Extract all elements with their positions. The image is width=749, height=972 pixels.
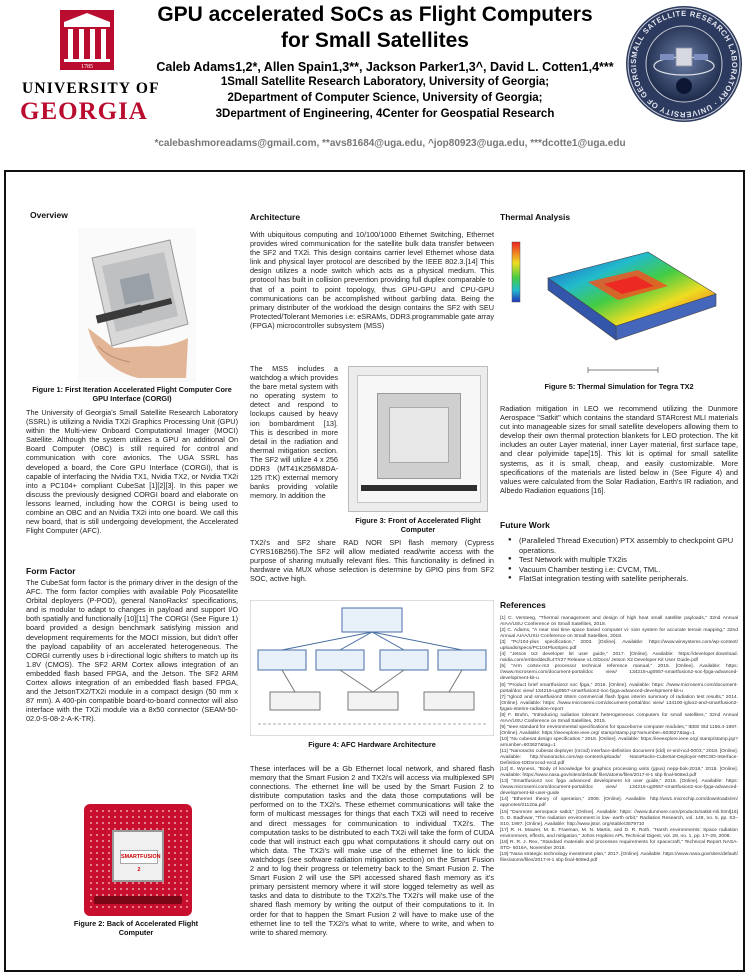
afc-back-photo: SMARTFUSION 2 — [84, 804, 192, 916]
poster-header: 1785 UNIVERSITY OF GEORGIA GPU accelerat… — [0, 0, 749, 160]
reference-item: [6] "Product brief smartfusion2 soc fpga… — [500, 682, 738, 694]
architecture-body-3: TX2i's and SF2 share RAD NOR SPI flash m… — [250, 538, 494, 584]
architecture-body-2: The MSS includes a watchdog a which prov… — [250, 364, 338, 501]
smartfusion-chip: SMARTFUSION 2 — [112, 830, 164, 882]
overview-body: The University of Georgia's Small Satell… — [26, 408, 238, 536]
university-name-line1: UNIVERSITY OF — [22, 80, 160, 97]
reference-item: [14] "Ethernet theory of operation," 200… — [500, 797, 738, 809]
thermal-simulation-image — [508, 230, 730, 378]
form-factor-body: The CubeSat form factor is the primary d… — [26, 578, 238, 724]
reference-item: [12] E. Wyness, "Body of knowledge for g… — [500, 767, 738, 779]
corgi-board-photo — [78, 228, 196, 382]
reference-item: [3] "Pc/104-plus specification," 2003. [… — [500, 640, 738, 652]
future-work-item: Test Network with multiple TX2is — [508, 555, 734, 565]
reference-item: [10] "Nu cubesat design specification," … — [500, 736, 738, 748]
connector-strip — [94, 896, 182, 904]
future-work-list: (Paralleled Thread Execution) PTX assemb… — [508, 536, 734, 584]
column-left: Overview Figure 1: First Iteration Accel… — [26, 172, 238, 972]
future-work-item: (Paralleled Thread Execution) PTX assemb… — [508, 536, 734, 555]
architecture-body-4: These interfaces will be a Gb Ethernet l… — [250, 764, 494, 937]
author-emails: *calebashmoreadams@gmail.com, **avs81684… — [154, 138, 626, 149]
poster-title: GPU accelerated SoCs as Flight Computers… — [150, 2, 600, 54]
reference-item: [8] F. Bruhn, "Introducing radiation tol… — [500, 712, 738, 724]
reference-item: [7] "Igloo2 and smartfusion2 65nm commer… — [500, 694, 738, 712]
fig2-caption: Figure 2: Back of Accelerated Flight Com… — [73, 919, 199, 937]
arch-icon: 1785 — [60, 10, 114, 70]
afc-hardware-architecture-diagram — [250, 600, 494, 736]
fig3-caption: Figure 3: Front of Accelerated Flight Co… — [355, 516, 481, 534]
references-heading: References — [500, 600, 546, 610]
affiliation-1: 1Small Satellite Research Laboratory, Un… — [220, 76, 550, 88]
heatsink — [389, 407, 449, 463]
reference-item: [9] "Ieee standard for environmental spe… — [500, 724, 738, 736]
affiliation-3: 3Department of Engineering, 4Center for … — [215, 108, 555, 120]
fig4-caption: Figure 4: AFC Hardware Architecture — [308, 740, 436, 749]
column-middle: Architecture With ubiquitous computing a… — [250, 172, 494, 972]
column-right: Thermal Analysis Figure 5: Thermal Simul… — [500, 172, 738, 972]
thermal-heading: Thermal Analysis — [500, 212, 571, 222]
thermal-body: Radiation mitigation in LEO we recommend… — [500, 404, 738, 495]
reference-item: [17] R. H. Maurer, M. E. Fraeman, M. N. … — [500, 827, 738, 839]
reference-item: [5] "Arm cortex-m3 processor technical r… — [500, 664, 738, 682]
future-work-item: Vacuum Chamber testing i.e: CVCM, TML. — [508, 565, 734, 575]
afc-front-photo — [348, 366, 488, 512]
future-work-heading: Future Work — [500, 520, 550, 530]
reference-item: [19] "Nasa strategic technology investme… — [500, 851, 738, 863]
ssrl-seal-icon: SMALL SATELLITE RESEARCH LABORATORY · UN… — [624, 4, 742, 122]
form-factor-heading: Form Factor — [26, 566, 76, 576]
reference-item: [1] C. Versteeg, "Thermal management and… — [500, 616, 738, 628]
author-list: Caleb Adams1,2*, Allen Spain1,3**, Jacks… — [156, 60, 614, 74]
title-line2: for Small Satellites — [281, 29, 469, 52]
reference-item: [4] "Jetson tx2 developer kit user guide… — [500, 652, 738, 664]
architecture-body-1: With ubiquitous computing and 10/100/100… — [250, 230, 494, 330]
uga-logo: 1785 UNIVERSITY OF GEORGIA — [8, 10, 173, 145]
reference-item: [11] "Nanoracks cubesat deployer (nrcsd)… — [500, 749, 738, 767]
future-work-item: FlatSat integration testing with satelli… — [508, 574, 734, 584]
overview-heading: Overview — [30, 210, 68, 220]
university-name-line2: GEORGIA — [20, 98, 148, 125]
reference-item: [15] "Dunmore aerospace satkit," [Online… — [500, 809, 738, 827]
chip-label: SMARTFUSION 2 — [120, 850, 161, 873]
affiliation-2: 2Department of Computer Science, Univers… — [227, 92, 543, 104]
reference-item: [18] R. R. J. Rex, "Standard materials a… — [500, 839, 738, 851]
poster-body: Overview Figure 1: First Iteration Accel… — [4, 170, 745, 972]
connector-strip — [361, 485, 477, 491]
reference-item: [13] "Smartfusion2 soc fpga advanced dev… — [500, 779, 738, 797]
references-list: [1] C. Versteeg, "Thermal management and… — [500, 616, 738, 864]
title-line1: GPU accelerated SoCs as Flight Computers — [157, 3, 593, 26]
fig5-caption: Figure 5: Thermal Simulation for Tegra T… — [544, 382, 694, 391]
fig1-caption: Figure 1: First Iteration Accelerated Fl… — [32, 385, 232, 403]
reference-item: [2] C. Adams, "A near real time space ba… — [500, 628, 738, 640]
architecture-heading: Architecture — [250, 212, 301, 222]
arch-year: 1785 — [81, 64, 93, 70]
